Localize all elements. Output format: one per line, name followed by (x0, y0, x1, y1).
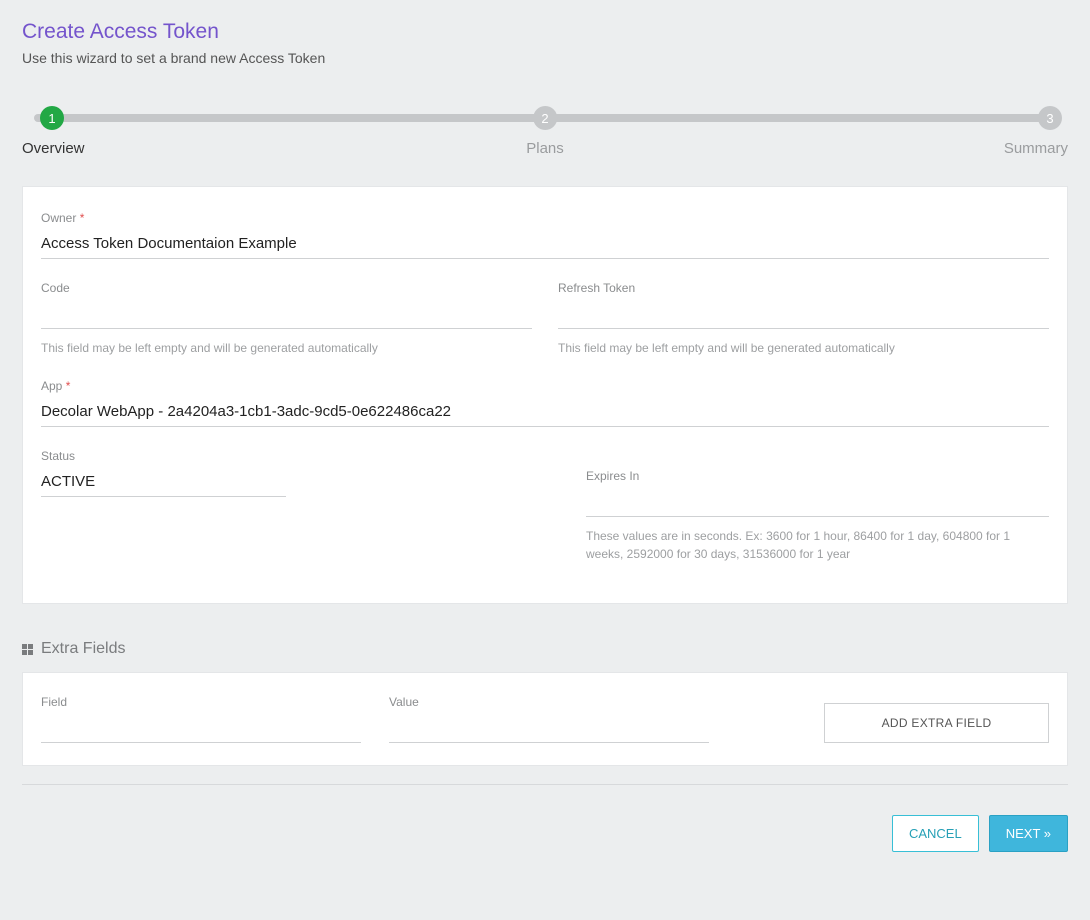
add-extra-field-button[interactable]: ADD EXTRA FIELD (824, 703, 1049, 743)
owner-label: Owner * (41, 211, 1049, 225)
overview-form-card: Owner * Code This field may be left empt… (22, 186, 1068, 604)
status-label: Status (41, 449, 286, 463)
code-input[interactable] (41, 299, 532, 329)
app-input[interactable] (41, 397, 1049, 427)
refresh-token-label: Refresh Token (558, 281, 1049, 295)
page-subtitle: Use this wizard to set a brand new Acces… (22, 50, 1068, 66)
grid-icon (22, 644, 33, 655)
cancel-button[interactable]: CANCEL (892, 815, 979, 852)
footer-actions: CANCEL NEXT » (22, 815, 1068, 852)
step-label: Plans (526, 140, 564, 157)
expires-in-helper: These values are in seconds. Ex: 3600 fo… (586, 527, 1049, 563)
status-input[interactable] (41, 467, 286, 497)
extra-value-input[interactable] (389, 713, 709, 743)
extra-fields-card: Field Value ADD EXTRA FIELD (22, 672, 1068, 766)
extra-field-label: Field (41, 695, 361, 709)
step-number: 1 (40, 106, 64, 130)
step-summary[interactable]: 3 Summary (1004, 102, 1068, 157)
owner-input[interactable] (41, 229, 1049, 259)
divider (22, 784, 1068, 785)
code-helper: This field may be left empty and will be… (41, 339, 532, 357)
next-button[interactable]: NEXT » (989, 815, 1068, 852)
extra-value-label: Value (389, 695, 709, 709)
extra-fields-header: Extra Fields (22, 640, 1068, 658)
step-plans[interactable]: 2 Plans (526, 102, 564, 157)
wizard-stepper: 1 Overview 2 Plans 3 Summary (22, 102, 1068, 164)
page-title: Create Access Token (22, 20, 1068, 44)
refresh-token-input[interactable] (558, 299, 1049, 329)
step-overview[interactable]: 1 Overview (22, 102, 85, 157)
step-number: 2 (533, 106, 557, 130)
app-label: App * (41, 379, 1049, 393)
expires-in-label: Expires In (586, 469, 1049, 483)
extra-field-input[interactable] (41, 713, 361, 743)
expires-in-input[interactable] (586, 487, 1049, 517)
refresh-token-helper: This field may be left empty and will be… (558, 339, 1049, 357)
step-label: Overview (22, 140, 85, 157)
step-label: Summary (1004, 140, 1068, 157)
extra-fields-title: Extra Fields (41, 640, 125, 658)
step-number: 3 (1038, 106, 1062, 130)
code-label: Code (41, 281, 532, 295)
